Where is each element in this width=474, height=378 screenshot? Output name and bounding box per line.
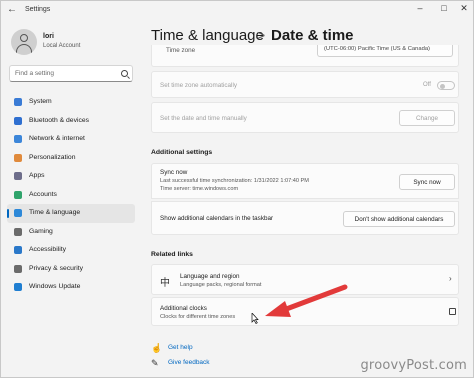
calendars-card: Show additional calendars in the taskbar… [151, 201, 459, 235]
additional-clocks-sub: Clocks for different time zones [160, 314, 236, 320]
search-icon [121, 70, 128, 77]
auto-timezone-state: Off [423, 82, 431, 88]
clock-globe-icon [14, 209, 22, 217]
apps-icon [14, 172, 22, 180]
sidebar-item-time-language[interactable]: Time & language [7, 204, 135, 223]
sidebar-item-label: Windows Update [29, 283, 81, 290]
brush-icon [14, 153, 22, 162]
sync-now-button[interactable]: Sync now [399, 174, 455, 190]
give-feedback-label: Give feedback [168, 359, 210, 366]
sidebar-item-network-internet[interactable]: Network & internet [7, 130, 135, 149]
sidebar-item-bluetooth-devices[interactable]: Bluetooth & devices [7, 112, 135, 131]
sidebar-item-accounts[interactable]: Accounts [7, 186, 135, 205]
sidebar-item-label: System [29, 98, 52, 105]
timezone-dropdown[interactable]: (UTC-06:00) Pacific Time (US & Canada) [317, 45, 453, 57]
sidebar-item-apps[interactable]: Apps [7, 167, 135, 186]
external-link-icon [449, 308, 456, 315]
breadcrumb-separator: > [257, 27, 266, 43]
auto-timezone-card: Set time zone automatically Off [151, 71, 459, 98]
feedback-icon: ✎ [151, 358, 159, 368]
user-name: lori [43, 33, 54, 40]
sidebar-item-label: Privacy & security [29, 264, 84, 272]
sidebar-item-label: Personalization [29, 153, 76, 161]
sidebar-item-windows-update[interactable]: Windows Update [7, 278, 135, 297]
calendars-dropdown[interactable]: Don't show additional calendars [343, 211, 455, 227]
calendars-selected: Don't show additional calendars [354, 216, 444, 223]
accessibility-icon [14, 246, 22, 254]
mouse-cursor-icon [251, 311, 259, 329]
maximize-icon[interactable]: □ [437, 3, 451, 13]
minimize-icon[interactable]: – [413, 3, 427, 13]
sidebar-item-personalization[interactable]: Personalization [7, 149, 135, 168]
sidebar-item-privacy-security[interactable]: Privacy & security [7, 260, 135, 279]
avatar[interactable] [11, 29, 37, 55]
sidebar-item-accessibility[interactable]: Accessibility [7, 241, 135, 260]
additional-settings-heading: Additional settings [151, 149, 213, 156]
system-icon [14, 98, 22, 106]
sidebar-item-system[interactable]: System [7, 93, 135, 112]
bluetooth-icon [14, 116, 22, 125]
change-button[interactable]: Change [399, 110, 455, 126]
sidebar-item-label: Accessibility [29, 246, 67, 253]
last-sync-text: Last successful time synchronization: 1/… [160, 178, 309, 184]
auto-timezone-label: Set time zone automatically [160, 82, 237, 89]
sidebar-item-label: Network & internet [29, 135, 85, 142]
sidebar-item-label: Time & language [29, 209, 81, 216]
breadcrumb-parent[interactable]: Time & language [151, 27, 264, 44]
sidebar-item-label: Bluetooth & devices [29, 116, 90, 124]
sidebar-item-gaming[interactable]: Gaming [7, 223, 135, 242]
language-region-sub: Language packs, regional format [180, 282, 262, 288]
related-links-heading: Related links [151, 251, 193, 258]
calendars-label: Show additional calendars in the taskbar [160, 215, 274, 222]
get-help-label: Get help [168, 344, 193, 351]
timezone-label: Time zone [166, 47, 196, 54]
network-icon [14, 135, 22, 143]
time-server-text: Time server: time.windows.com [160, 186, 239, 192]
timezone-card: Time zone (UTC-06:00) Pacific Time (US &… [151, 45, 459, 67]
auto-timezone-toggle[interactable] [437, 81, 455, 90]
additional-clocks-label: Additional clocks [160, 305, 207, 312]
gaming-icon [14, 227, 22, 236]
annotation-arrow [265, 284, 348, 317]
sync-label: Sync now [160, 169, 188, 176]
user-head-icon [20, 34, 28, 42]
settings-window: ← Settings – □ ✕ lori Local Account Find… [0, 0, 474, 378]
back-arrow-icon[interactable]: ← [7, 4, 17, 15]
search-input[interactable]: Find a setting [9, 65, 133, 82]
help-icon: ☝ [151, 343, 163, 353]
accounts-icon [14, 190, 22, 199]
chevron-right-icon: › [449, 274, 452, 283]
shield-icon [14, 264, 22, 273]
sidebar-item-label: Accounts [29, 190, 57, 198]
language-region-label: Language and region [180, 273, 240, 280]
user-body-icon [16, 44, 32, 54]
sync-card: Sync now Last successful time synchroniz… [151, 163, 459, 199]
sidebar-item-label: Apps [29, 172, 45, 179]
title-bar: ← Settings – □ ✕ [1, 1, 473, 19]
watermark: groovyPost.com [360, 358, 467, 373]
search-placeholder: Find a setting [15, 70, 55, 77]
sidebar-nav: System Bluetooth & devices Network & inter… [7, 93, 135, 297]
language-icon: 中 [160, 278, 170, 289]
page-title: Date & time [271, 27, 354, 44]
account-type: Local Account [43, 43, 81, 49]
update-icon [14, 283, 22, 291]
app-title: Settings [25, 6, 51, 13]
sidebar-item-label: Gaming [29, 227, 53, 235]
manual-date-card: Set the date and time manually Change [151, 102, 459, 133]
manual-date-label: Set the date and time manually [160, 115, 247, 122]
close-icon[interactable]: ✕ [457, 3, 471, 14]
